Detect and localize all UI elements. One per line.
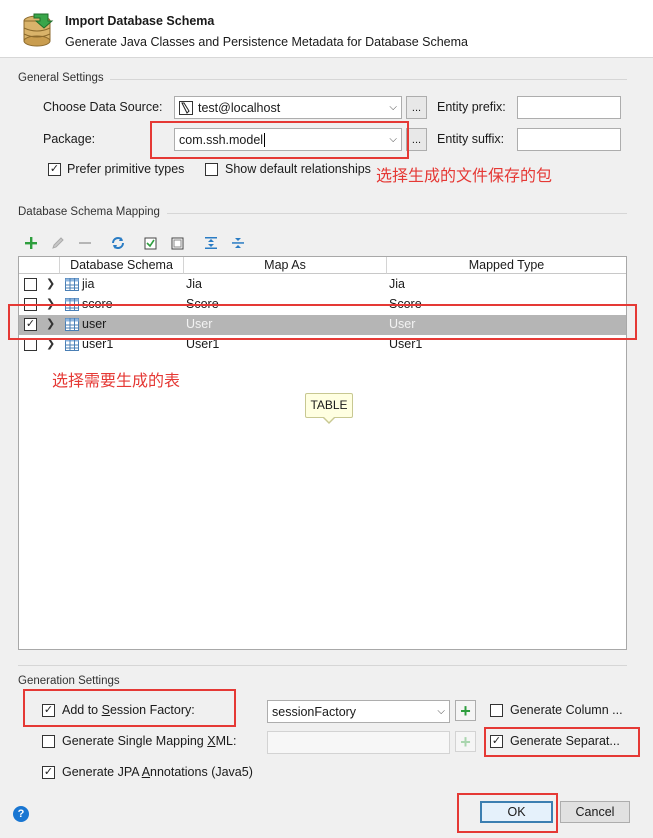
row-mapped-type[interactable]: Jia	[389, 277, 405, 291]
cancel-button[interactable]: Cancel	[560, 801, 630, 823]
chevron-down-icon: ⌵	[389, 102, 397, 113]
datasource-value: test@localhost	[198, 100, 281, 115]
add-mapping-button[interactable]: +	[455, 731, 476, 752]
section-divider	[167, 213, 627, 214]
entity-prefix-input[interactable]	[517, 96, 621, 119]
jpa-annotations-checkbox[interactable]: ✓	[42, 766, 55, 779]
annotation-box-session-factory	[23, 689, 236, 727]
table-header-map-as[interactable]: Map As	[184, 257, 387, 274]
prefer-primitive-label: Prefer primitive types	[67, 162, 185, 176]
section-divider	[110, 79, 627, 80]
edit-icon[interactable]	[49, 234, 67, 252]
table-row[interactable]: ❯ jia Jia Jia	[19, 275, 626, 295]
prefer-primitive-checkbox[interactable]: ✓	[48, 163, 61, 176]
dialog-header	[0, 0, 653, 58]
row-schema: jia	[82, 277, 95, 291]
annotation-table-note: 选择需要生成的表	[52, 373, 181, 390]
annotation-box-package	[150, 121, 409, 159]
expand-arrow-icon[interactable]: ❯	[46, 277, 55, 290]
annotation-box-generate-separate	[484, 727, 640, 757]
session-factory-combo[interactable]: sessionFactory ⌵	[267, 700, 450, 723]
help-icon[interactable]: ?	[13, 806, 29, 822]
table-header-check	[19, 257, 60, 274]
general-settings-title: General Settings	[18, 72, 104, 84]
single-mapping-input[interactable]	[267, 731, 450, 754]
datasource-combo[interactable]: test@localhost ⌵	[174, 96, 402, 119]
add-session-factory-button[interactable]: +	[455, 700, 476, 721]
refresh-icon[interactable]	[109, 234, 127, 252]
single-mapping-label: Generate Single Mapping XML:	[62, 734, 237, 748]
table-header-schema[interactable]: Database Schema	[60, 257, 184, 274]
remove-icon[interactable]	[76, 234, 94, 252]
generate-column-checkbox[interactable]	[490, 704, 503, 717]
entity-suffix-input[interactable]	[517, 128, 621, 151]
generate-column-label: Generate Column ...	[510, 703, 623, 717]
database-import-icon	[20, 12, 54, 48]
show-relationships-checkbox[interactable]	[205, 163, 218, 176]
datasource-label: Choose Data Source:	[43, 100, 163, 114]
section-divider	[18, 665, 627, 666]
package-label: Package:	[43, 132, 96, 146]
entity-suffix-label: Entity suffix:	[437, 132, 505, 146]
generation-settings-title: Generation Settings	[18, 675, 120, 687]
mapping-section-title: Database Schema Mapping	[18, 206, 160, 218]
table-header-mapped-type[interactable]: Mapped Type	[387, 257, 626, 274]
unselect-all-icon[interactable]	[169, 234, 187, 252]
tooltip-tail	[323, 416, 335, 422]
dialog-subtitle: Generate Java Classes and Persistence Me…	[65, 35, 468, 49]
table-icon	[65, 278, 79, 291]
expand-all-icon[interactable]	[202, 234, 220, 252]
row-checkbox[interactable]	[24, 278, 37, 291]
select-all-icon[interactable]	[142, 234, 160, 252]
show-relationships-label: Show default relationships	[225, 162, 371, 176]
annotation-box-ok	[457, 793, 558, 833]
datasource-browse-button[interactable]: ...	[406, 96, 427, 119]
session-factory-value: sessionFactory	[272, 704, 357, 719]
single-mapping-checkbox[interactable]	[42, 735, 55, 748]
dialog-title: Import Database Schema	[65, 14, 215, 28]
chevron-down-icon: ⌵	[437, 706, 445, 717]
annotation-box-table-row	[8, 304, 637, 340]
add-icon[interactable]	[22, 234, 40, 252]
datasource-icon	[179, 100, 193, 115]
tooltip: TABLE	[305, 393, 353, 418]
package-browse-button[interactable]: ...	[406, 128, 427, 151]
annotation-package-note: 选择生成的文件保存的包	[376, 168, 553, 185]
jpa-annotations-label: Generate JPA Annotations (Java5)	[62, 765, 253, 779]
collapse-all-icon[interactable]	[229, 234, 247, 252]
row-map-as[interactable]: Jia	[186, 277, 202, 291]
entity-prefix-label: Entity prefix:	[437, 100, 506, 114]
